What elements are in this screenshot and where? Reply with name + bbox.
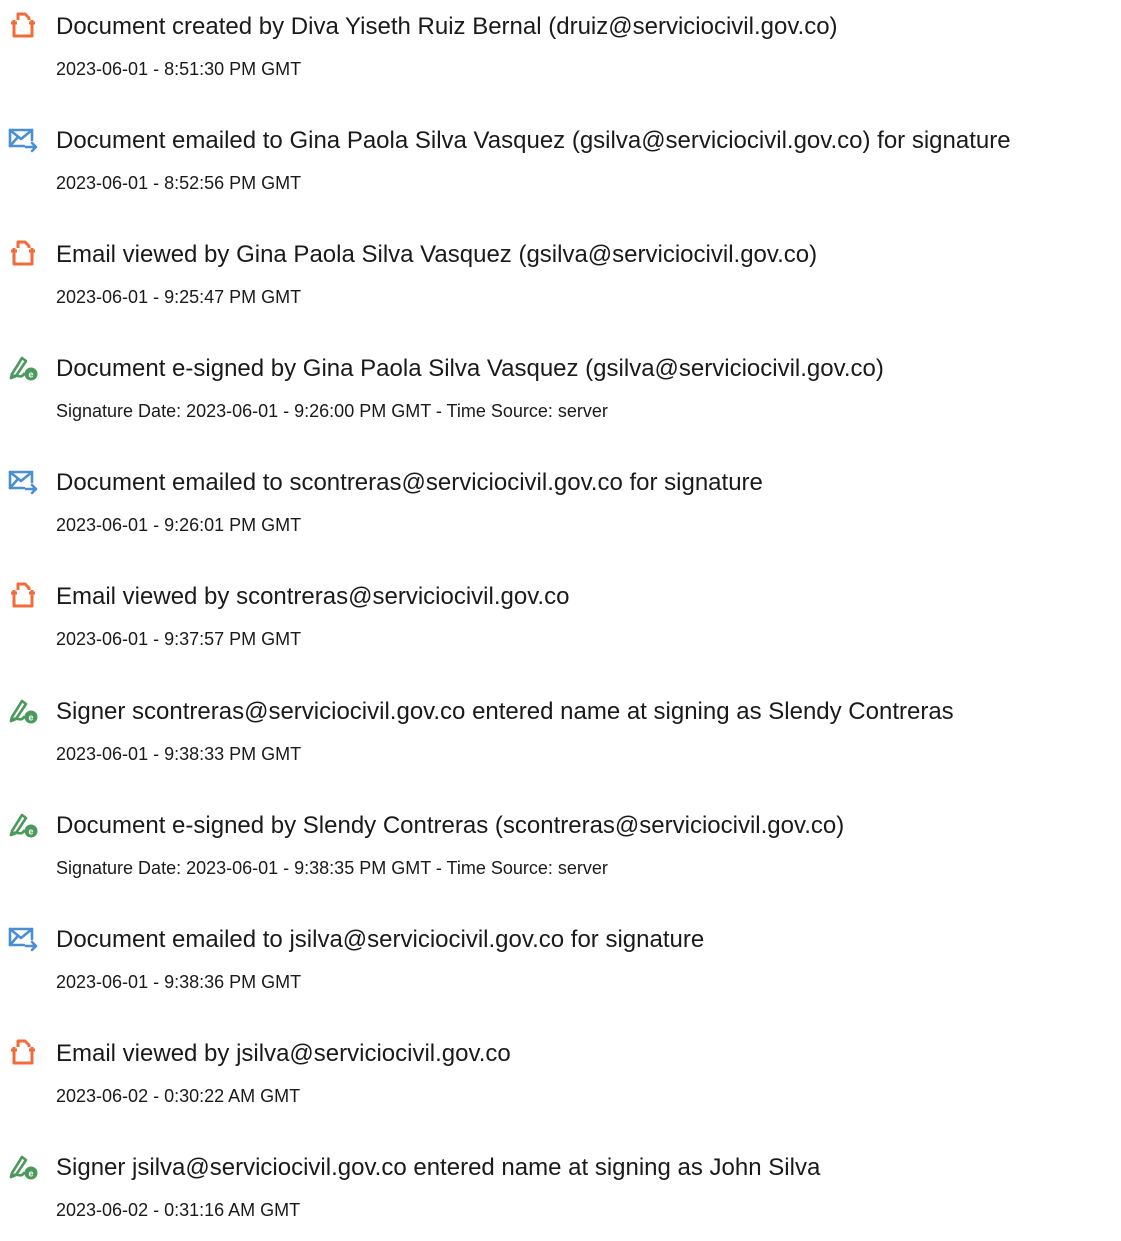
audit-event-emailed: Document emailed to jsilva@serviciocivil… (0, 913, 1121, 1013)
event-timestamp: 2023-06-01 - 9:38:33 PM GMT (56, 744, 302, 764)
e-sign-icon: e (8, 695, 38, 725)
event-description: Signer jsilva@serviciocivil.gov.co enter… (56, 1154, 821, 1181)
email-send-icon (8, 923, 38, 953)
e-sign-icon: e (8, 809, 38, 839)
email-send-icon (8, 466, 38, 496)
audit-event-viewed: Email viewed by Gina Paola Silva Vasquez… (0, 228, 1121, 328)
event-description: Signer scontreras@serviciocivil.gov.co e… (56, 698, 954, 725)
audit-event-name-entered: e Signer scontreras@serviciocivil.gov.co… (0, 685, 1121, 785)
audit-event-emailed: Document emailed to scontreras@servicioc… (0, 456, 1121, 556)
svg-text:e: e (28, 370, 33, 380)
event-description: Document e-signed by Gina Paola Silva Va… (56, 355, 884, 382)
event-description: Document e-signed by Slendy Contreras (s… (56, 812, 845, 839)
event-timestamp: 2023-06-01 - 9:26:01 PM GMT (56, 515, 302, 535)
audit-event-viewed: Email viewed by jsilva@serviciocivil.gov… (0, 1027, 1121, 1127)
audit-event-name-entered: e Signer jsilva@serviciocivil.gov.co ent… (0, 1141, 1121, 1241)
audit-event-signed: e Document e-signed by Slendy Contreras … (0, 799, 1121, 899)
event-description: Document emailed to Gina Paola Silva Vas… (56, 127, 1011, 154)
document-icon (8, 10, 38, 40)
event-timestamp: 2023-06-01 - 9:38:36 PM GMT (56, 972, 302, 992)
event-signature-date: Signature Date: 2023-06-01 - 9:38:35 PM … (56, 858, 608, 878)
event-description: Document created by Diva Yiseth Ruiz Ber… (56, 13, 838, 40)
event-description: Document emailed to jsilva@serviciocivil… (56, 926, 705, 953)
event-description: Email viewed by scontreras@serviciocivil… (56, 583, 570, 610)
e-sign-icon: e (8, 1151, 38, 1181)
event-timestamp: 2023-06-02 - 0:30:22 AM GMT (56, 1086, 301, 1106)
e-sign-icon: e (8, 352, 38, 382)
svg-text:e: e (28, 1169, 33, 1179)
event-timestamp: 2023-06-01 - 8:51:30 PM GMT (56, 59, 302, 79)
event-timestamp: 2023-06-01 - 9:37:57 PM GMT (56, 629, 302, 649)
email-send-icon (8, 124, 38, 154)
audit-event-viewed: Email viewed by scontreras@serviciocivil… (0, 570, 1121, 670)
audit-event-created: Document created by Diva Yiseth Ruiz Ber… (0, 0, 1121, 100)
event-timestamp: 2023-06-01 - 8:52:56 PM GMT (56, 173, 302, 193)
event-signature-date: Signature Date: 2023-06-01 - 9:26:00 PM … (56, 401, 608, 421)
event-timestamp: 2023-06-01 - 9:25:47 PM GMT (56, 287, 302, 307)
event-description: Document emailed to scontreras@servicioc… (56, 469, 763, 496)
document-icon (8, 1037, 38, 1067)
event-description: Email viewed by Gina Paola Silva Vasquez… (56, 241, 818, 268)
event-description: Email viewed by jsilva@serviciocivil.gov… (56, 1040, 511, 1067)
event-timestamp: 2023-06-02 - 0:31:16 AM GMT (56, 1200, 301, 1220)
svg-text:e: e (28, 827, 33, 837)
audit-event-signed: e Document e-signed by Gina Paola Silva … (0, 342, 1121, 442)
document-icon (8, 238, 38, 268)
audit-event-emailed: Document emailed to Gina Paola Silva Vas… (0, 114, 1121, 214)
svg-text:e: e (28, 713, 33, 723)
document-icon (8, 580, 38, 610)
